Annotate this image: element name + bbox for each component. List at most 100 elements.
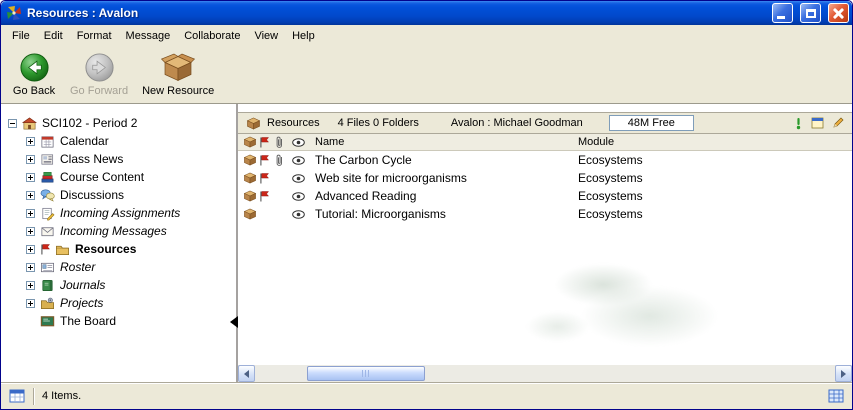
tree-pane: SCI102 - Period 2 Calendar Class News Co… xyxy=(1,104,238,382)
background-watermark xyxy=(507,251,737,356)
column-box-icon[interactable] xyxy=(238,136,259,148)
assignment-icon xyxy=(40,206,55,221)
roster-icon xyxy=(40,260,55,275)
expand-toggle-icon[interactable] xyxy=(26,263,35,272)
new-resource-label: New Resource xyxy=(142,85,214,97)
expand-toggle-icon[interactable] xyxy=(26,155,35,164)
tree-item-calendar[interactable]: Calendar xyxy=(1,132,236,150)
pane-header: Resources 4 Files 0 Folders Avalon : Mic… xyxy=(238,112,852,134)
status-grid-icon[interactable] xyxy=(828,389,844,403)
tree-item-incoming-assignments[interactable]: Incoming Assignments xyxy=(1,204,236,222)
tree-item-roster[interactable]: Roster xyxy=(1,258,236,276)
splitter-collapse-icon[interactable] xyxy=(230,316,238,328)
status-calendar-icon[interactable] xyxy=(9,389,25,403)
scroll-left-button[interactable] xyxy=(238,365,255,382)
account-name: Avalon : Michael Goodman xyxy=(451,117,583,129)
expand-toggle-icon[interactable] xyxy=(26,173,35,182)
column-name[interactable]: Name xyxy=(315,136,578,148)
status-separator xyxy=(33,388,34,405)
new-resource-button[interactable]: New Resource xyxy=(137,49,219,100)
resource-row-tutorial[interactable]: Tutorial: Microorganisms Ecosystems xyxy=(238,205,852,223)
minimize-button[interactable] xyxy=(772,3,793,23)
classroom-icon xyxy=(22,116,37,131)
tree-item-incoming-messages[interactable]: Incoming Messages xyxy=(1,222,236,240)
app-window: Resources : Avalon File Edit Format Mess… xyxy=(0,0,853,410)
tree-root[interactable]: SCI102 - Period 2 xyxy=(1,114,236,132)
box-icon xyxy=(238,208,259,220)
tree-item-label: Incoming Messages xyxy=(60,224,167,238)
tree-item-resources[interactable]: Resources xyxy=(1,240,236,258)
expand-toggle-icon[interactable] xyxy=(26,245,35,254)
scrollbar-thumb[interactable] xyxy=(307,366,425,381)
box-icon xyxy=(238,172,259,184)
expand-toggle-icon[interactable] xyxy=(26,227,35,236)
box-icon xyxy=(238,154,259,166)
tree-item-the-board[interactable]: The Board xyxy=(1,312,236,330)
tree-item-label: Calendar xyxy=(60,134,109,148)
resource-row-advanced-reading[interactable]: Advanced Reading Ecosystems xyxy=(238,187,852,205)
tree-item-label: Course Content xyxy=(60,170,144,184)
resource-row-web-site[interactable]: Web site for microorganisms Ecosystems xyxy=(238,169,852,187)
expand-toggle-icon[interactable] xyxy=(26,137,35,146)
resource-row-carbon-cycle[interactable]: The Carbon Cycle Ecosystems xyxy=(238,151,852,169)
eye-icon xyxy=(292,210,315,219)
tree-item-journals[interactable]: Journals xyxy=(1,276,236,294)
collapse-toggle-icon[interactable] xyxy=(8,119,17,128)
expand-toggle-icon[interactable] xyxy=(26,191,35,200)
column-paperclip-icon[interactable] xyxy=(275,136,292,149)
file-folder-counts: 4 Files 0 Folders xyxy=(338,117,419,129)
tree-item-projects[interactable]: Projects xyxy=(1,294,236,312)
resource-name: Web site for microorganisms xyxy=(315,171,578,185)
tree-item-label: The Board xyxy=(60,314,116,328)
menu-edit[interactable]: Edit xyxy=(37,27,70,45)
window-icon[interactable] xyxy=(811,117,824,129)
edit-pencil-icon[interactable] xyxy=(832,117,844,129)
resource-module: Ecosystems xyxy=(578,207,852,221)
discussion-icon xyxy=(40,188,55,203)
scroll-right-button[interactable] xyxy=(835,365,852,382)
expand-toggle-icon[interactable] xyxy=(26,299,35,308)
toolbar: Go Back Go Forward New Resource xyxy=(1,46,852,104)
column-eye-icon[interactable] xyxy=(292,138,315,147)
resource-name: Advanced Reading xyxy=(315,189,578,203)
minimize-icon xyxy=(777,16,785,19)
window-title: Resources : Avalon xyxy=(27,6,765,20)
column-flag-icon[interactable] xyxy=(259,136,275,149)
horizontal-scrollbar[interactable] xyxy=(238,364,852,382)
close-button[interactable] xyxy=(828,3,849,23)
maximize-icon xyxy=(806,9,816,18)
title-bar[interactable]: Resources : Avalon xyxy=(1,1,852,25)
expand-toggle-icon[interactable] xyxy=(26,209,35,218)
box-icon xyxy=(238,190,259,202)
maximize-button[interactable] xyxy=(800,3,821,23)
eye-icon xyxy=(292,192,315,201)
menu-message[interactable]: Message xyxy=(119,27,178,45)
flag-icon xyxy=(259,190,275,203)
go-forward-button[interactable]: Go Forward xyxy=(65,49,133,100)
expand-toggle-icon[interactable] xyxy=(26,281,35,290)
go-back-button[interactable]: Go Back xyxy=(7,49,61,100)
tree-item-course-content[interactable]: Course Content xyxy=(1,168,236,186)
green-indicator-icon[interactable] xyxy=(794,117,803,130)
menu-help[interactable]: Help xyxy=(285,27,322,45)
tree-item-label: Class News xyxy=(60,152,123,166)
menu-file[interactable]: File xyxy=(5,27,37,45)
resource-module: Ecosystems xyxy=(578,171,852,185)
news-icon xyxy=(40,152,55,167)
tree-item-label: Projects xyxy=(60,296,103,310)
free-space-indicator: 48M Free xyxy=(609,115,694,131)
list-empty-area xyxy=(238,223,852,364)
menu-format[interactable]: Format xyxy=(70,27,119,45)
app-logo-icon xyxy=(6,5,22,21)
tree-item-class-news[interactable]: Class News xyxy=(1,150,236,168)
scrollbar-grip xyxy=(362,370,371,377)
menu-bar: File Edit Format Message Collaborate Vie… xyxy=(1,25,852,46)
scrollbar-track[interactable] xyxy=(255,365,835,382)
close-icon xyxy=(832,7,845,20)
tree-item-discussions[interactable]: Discussions xyxy=(1,186,236,204)
tree-item-label: Roster xyxy=(60,260,95,274)
journal-icon xyxy=(40,278,55,293)
menu-view[interactable]: View xyxy=(247,27,285,45)
column-module[interactable]: Module xyxy=(578,136,852,148)
menu-collaborate[interactable]: Collaborate xyxy=(177,27,247,45)
